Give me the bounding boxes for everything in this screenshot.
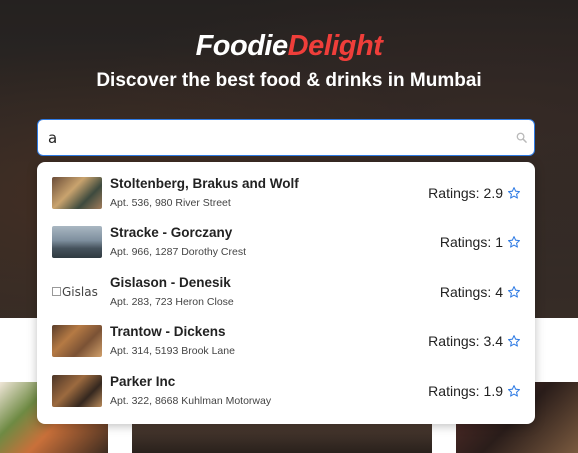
brand-name-part2: Delight — [287, 30, 383, 62]
restaurant-thumbnail — [52, 226, 102, 259]
restaurant-rating: Ratings: 4 — [440, 284, 521, 300]
restaurant-rating: Ratings: 1.9 — [428, 383, 521, 399]
restaurant-rating: Ratings: 2.9 — [428, 185, 521, 201]
result-item[interactable]: Stoltenberg, Brakus and Wolf Apt. 536, 9… — [37, 168, 535, 218]
rating-value: 2.9 — [483, 184, 503, 201]
rating-value: 1.9 — [483, 382, 503, 399]
star-icon — [507, 285, 521, 299]
restaurant-thumbnail — [52, 176, 102, 209]
brand-name-part1: Foodie — [195, 30, 289, 62]
rating-label: Ratings: — [428, 333, 480, 350]
rating-value: 4 — [495, 283, 503, 300]
restaurant-thumbnail — [52, 374, 102, 407]
rating-value: 3.4 — [483, 333, 503, 350]
search-results-dropdown: Stoltenberg, Brakus and Wolf Apt. 536, 9… — [37, 162, 535, 424]
rating-label: Ratings: — [428, 382, 480, 399]
search-icon[interactable] — [508, 132, 534, 143]
star-icon — [507, 235, 521, 249]
restaurant-rating: Ratings: 1 — [440, 234, 521, 250]
brand-logo: FoodieDelight — [0, 30, 578, 63]
broken-image-icon: Gislas — [52, 276, 102, 308]
restaurant-rating: Ratings: 3.4 — [428, 333, 521, 349]
result-item[interactable]: Stracke - Gorczany Apt. 966, 1287 Doroth… — [37, 218, 535, 268]
rating-label: Ratings: — [439, 234, 492, 251]
image-alt-text: Gislas — [62, 284, 98, 299]
rating-label: Ratings: — [439, 283, 492, 300]
result-item[interactable]: Gislas Gislason - Denesik Apt. 283, 723 … — [37, 267, 535, 317]
hero-tagline: Discover the best food & drinks in Mumba… — [96, 70, 482, 91]
star-icon — [507, 384, 521, 398]
star-icon — [507, 334, 521, 348]
restaurant-thumbnail — [52, 325, 102, 358]
rating-label: Ratings: — [428, 184, 480, 201]
star-icon — [507, 186, 521, 200]
result-item[interactable]: Trantow - Dickens Apt. 314, 5193 Brook L… — [37, 317, 535, 367]
result-item[interactable]: Parker Inc Apt. 322, 8668 Kuhlman Motorw… — [37, 366, 535, 416]
search-input[interactable] — [38, 120, 508, 155]
search-box[interactable] — [37, 119, 535, 156]
rating-value: 1 — [495, 234, 503, 251]
